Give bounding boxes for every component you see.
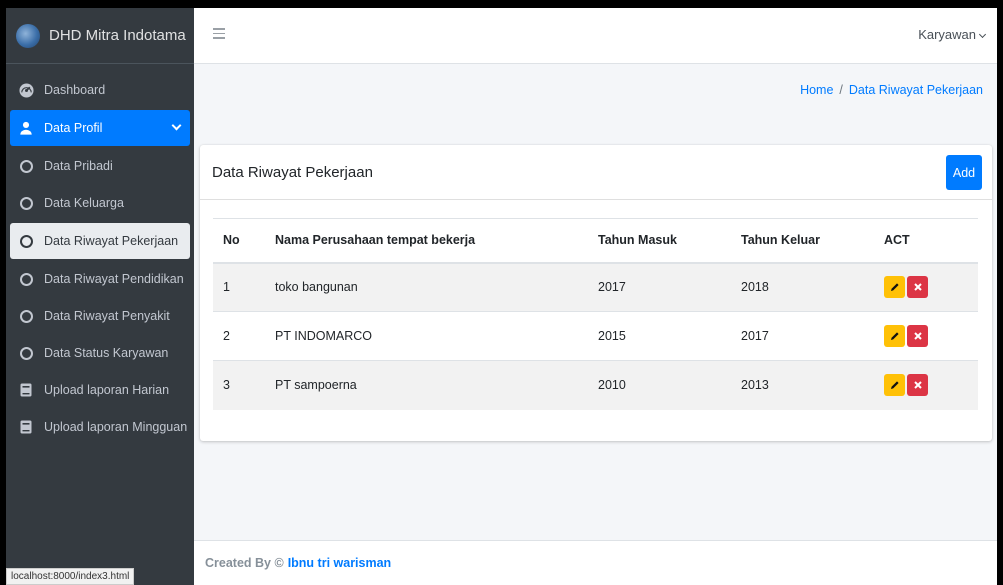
pencil-icon xyxy=(890,283,899,292)
user-name: Karyawan xyxy=(918,27,976,42)
sidebar-item-upload-laporan-harian[interactable]: Upload laporan Harian xyxy=(6,372,194,408)
book-icon xyxy=(18,419,34,435)
cell-no: 2 xyxy=(213,311,265,361)
sidebar-item-label: Data Profil xyxy=(44,121,103,135)
sidebar-item-label: Data Status Karyawan xyxy=(44,346,169,360)
close-icon xyxy=(913,381,922,389)
delete-button[interactable] xyxy=(907,325,928,347)
sidebar-item-data-status-karyawan[interactable]: Data Status Karyawan xyxy=(6,335,194,371)
cell-company: PT INDOMARCO xyxy=(265,311,588,361)
cell-act xyxy=(874,262,978,312)
column-header-tahun-keluar: Tahun Keluar xyxy=(731,218,874,264)
table-row: 1 toko bangunan 2017 2018 xyxy=(213,262,978,312)
sidebar-item-label: Data Keluarga xyxy=(44,196,124,210)
pencil-icon xyxy=(890,381,899,390)
sidebar-item-label: Data Riwayat Penyakit xyxy=(44,309,170,323)
table-row: 3 PT sampoerna 2010 2013 xyxy=(213,360,978,410)
book-icon xyxy=(18,382,34,398)
circle-icon xyxy=(18,195,34,211)
sidebar-item-label: Data Riwayat Pekerjaan xyxy=(44,234,179,248)
sidebar: DHD Mitra Indotama Dashboard Data Profil… xyxy=(6,8,194,585)
table-header-row: No Nama Perusahaan tempat bekerja Tahun … xyxy=(213,218,978,264)
sidebar-item-label: Dashboard xyxy=(44,83,106,97)
circle-icon xyxy=(18,271,34,287)
data-card: Data Riwayat Pekerjaan Add No Nama Perus… xyxy=(200,145,992,441)
sidebar-item-data-keluarga[interactable]: Data Keluarga xyxy=(6,185,194,221)
sidebar-item-upload-laporan-mingguan[interactable]: Upload laporan Mingguan xyxy=(6,409,194,445)
chevron-down-icon xyxy=(978,30,987,39)
sidebar-item-label: Upload laporan Harian xyxy=(44,383,170,397)
work-history-table: No Nama Perusahaan tempat bekerja Tahun … xyxy=(213,218,978,410)
circle-icon xyxy=(18,345,34,361)
sidebar-item-data-riwayat-penyakit[interactable]: Data Riwayat Penyakit xyxy=(6,298,194,334)
sidebar-item-data-profil[interactable]: Data Profil xyxy=(10,110,190,146)
add-button[interactable]: Add xyxy=(946,155,982,190)
sidebar-item-label: Data Riwayat Pendidikan xyxy=(44,272,184,286)
delete-button[interactable] xyxy=(907,276,928,299)
pencil-icon xyxy=(890,332,899,340)
breadcrumb-current[interactable]: Data Riwayat Pekerjaan xyxy=(849,83,983,97)
edit-button[interactable] xyxy=(884,276,905,299)
circle-icon xyxy=(18,308,34,324)
footer: Created By © Ibnu tri warisman xyxy=(194,540,997,585)
dashboard-icon xyxy=(18,82,34,98)
sidebar-item-label: Upload laporan Mingguan xyxy=(44,420,188,434)
brand-link[interactable]: DHD Mitra Indotama xyxy=(6,8,194,64)
app-frame: DHD Mitra Indotama Dashboard Data Profil… xyxy=(6,8,997,585)
sidebar-item-label: Data Pribadi xyxy=(44,159,113,173)
cell-act xyxy=(874,360,978,410)
brand-name: DHD Mitra Indotama xyxy=(49,27,186,44)
breadcrumb-separator: / xyxy=(839,83,843,97)
edit-button[interactable] xyxy=(884,325,905,347)
cell-tahun-keluar: 2018 xyxy=(731,262,874,312)
cell-tahun-masuk: 2015 xyxy=(588,311,731,361)
sidebar-item-data-riwayat-pendidikan[interactable]: Data Riwayat Pendidikan xyxy=(6,261,194,297)
menu-toggle-icon[interactable] xyxy=(213,28,225,42)
breadcrumb-home-link[interactable]: Home xyxy=(800,83,833,97)
footer-credit: Created By © xyxy=(205,556,284,570)
chevron-down-icon xyxy=(171,120,182,131)
column-header-tahun-masuk: Tahun Masuk xyxy=(588,218,731,264)
user-icon xyxy=(18,120,34,136)
cell-tahun-keluar: 2013 xyxy=(731,360,874,410)
delete-button[interactable] xyxy=(907,374,928,397)
sidebar-item-dashboard[interactable]: Dashboard xyxy=(6,72,194,108)
top-navbar: Karyawan xyxy=(194,8,997,64)
column-header-company: Nama Perusahaan tempat bekerja xyxy=(265,218,588,264)
circle-icon xyxy=(18,233,34,249)
column-header-no: No xyxy=(213,218,265,264)
cell-company: PT sampoerna xyxy=(265,360,588,410)
cell-company: toko bangunan xyxy=(265,262,588,312)
brand-logo-icon xyxy=(16,23,40,48)
sidebar-item-data-riwayat-pekerjaan[interactable]: Data Riwayat Pekerjaan xyxy=(10,223,190,259)
author-link[interactable]: Ibnu tri warisman xyxy=(288,556,392,570)
cell-no: 1 xyxy=(213,262,265,312)
card-title: Data Riwayat Pekerjaan xyxy=(212,163,373,181)
user-dropdown[interactable]: Karyawan xyxy=(918,27,987,42)
table-row: 2 PT INDOMARCO 2015 2017 xyxy=(213,311,978,361)
cell-tahun-keluar: 2017 xyxy=(731,311,874,361)
status-bar-url: localhost:8000/index3.html xyxy=(6,568,135,585)
cell-act xyxy=(874,311,978,361)
cell-tahun-masuk: 2017 xyxy=(588,262,731,312)
circle-icon xyxy=(18,158,34,174)
cell-tahun-masuk: 2010 xyxy=(588,360,731,410)
breadcrumb: Home / Data Riwayat Pekerjaan xyxy=(800,83,983,97)
close-icon xyxy=(913,332,922,340)
column-header-act: ACT xyxy=(874,218,978,264)
sidebar-nav: Dashboard Data Profil Data Pribadi Data … xyxy=(6,64,194,445)
cell-no: 3 xyxy=(213,360,265,410)
edit-button[interactable] xyxy=(884,374,905,397)
card-header: Data Riwayat Pekerjaan xyxy=(200,145,992,200)
close-icon xyxy=(913,283,922,291)
sidebar-item-data-pribadi[interactable]: Data Pribadi xyxy=(6,148,194,184)
